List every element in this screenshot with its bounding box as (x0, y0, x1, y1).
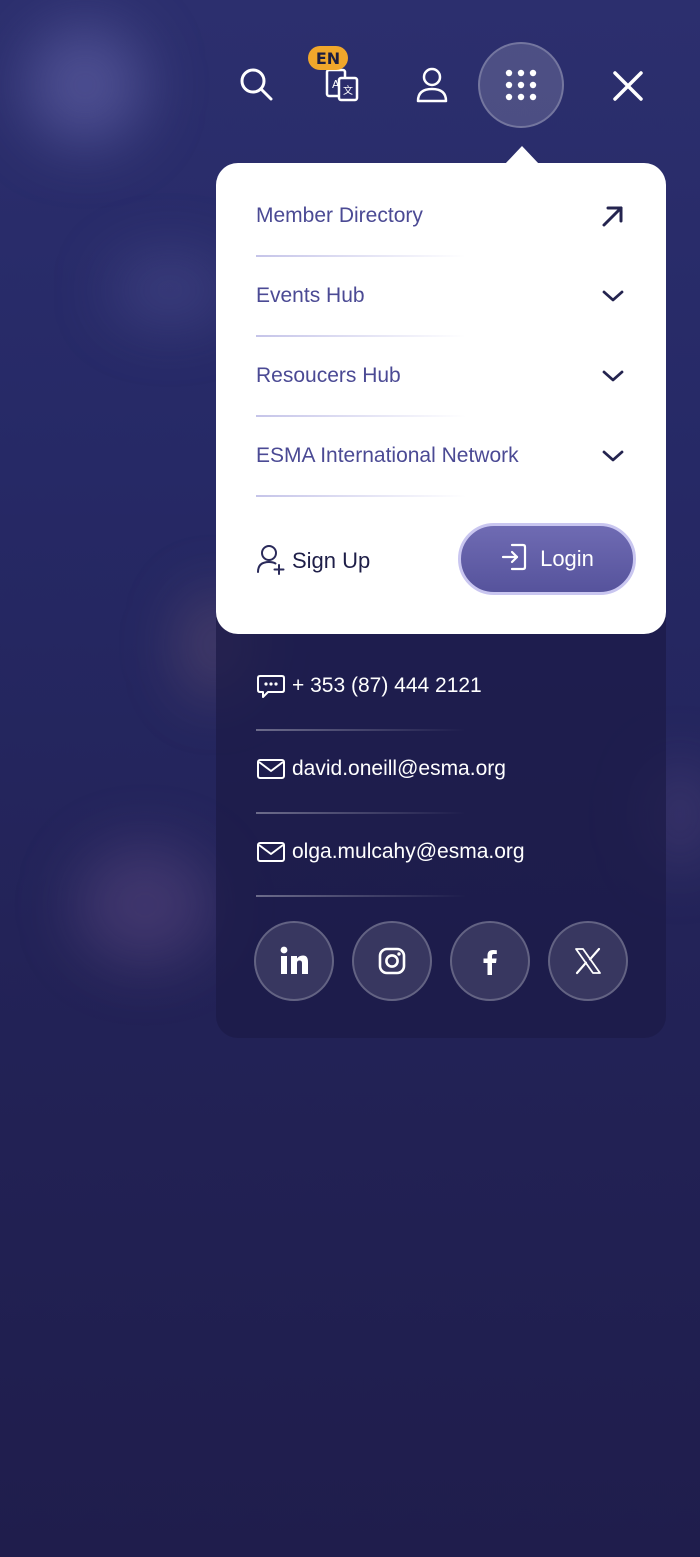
mail-icon (256, 837, 286, 867)
user-icon (416, 67, 448, 103)
instagram-button[interactable] (352, 921, 432, 1001)
close-button[interactable] (604, 62, 652, 110)
close-icon (613, 71, 643, 101)
sign-up-button[interactable]: Sign Up (256, 541, 370, 581)
menu-item-events-hub[interactable]: Events Hub (256, 276, 628, 316)
language-badge: EN (308, 46, 348, 70)
arrow-up-right-icon (598, 201, 628, 231)
menu-item-esma-international-network[interactable]: ESMA International Network (256, 436, 628, 476)
email-link-1[interactable]: david.oneill@esma.org (256, 754, 506, 784)
account-button[interactable] (408, 60, 456, 110)
login-icon (500, 542, 528, 576)
menu-caret (505, 146, 539, 164)
linkedin-button[interactable] (254, 921, 334, 1001)
divider (256, 895, 466, 897)
instagram-icon (378, 947, 406, 975)
sign-up-label: Sign Up (292, 548, 371, 573)
email-link-2[interactable]: olga.mulcahy@esma.org (256, 837, 525, 867)
email-address: david.oneill@esma.org (292, 757, 506, 780)
add-user-icon (256, 543, 286, 579)
linkedin-icon (280, 946, 308, 974)
navigation-menu: Member Directory Events Hub Resoucers Hu… (216, 163, 666, 634)
facebook-button[interactable] (450, 921, 530, 1001)
login-label: Login (540, 546, 594, 571)
chevron-down-icon (598, 281, 628, 311)
chat-icon (256, 671, 286, 701)
translate-icon: A 文 (325, 68, 359, 102)
chevron-down-icon (598, 361, 628, 391)
apps-grid-icon (505, 69, 537, 101)
menu-item-resoucers-hub[interactable]: Resoucers Hub (256, 356, 628, 396)
phone-number: + 353 (87) 444 2121 (292, 674, 482, 697)
menu-item-label: ESMA International Network (256, 444, 519, 467)
svg-text:A: A (332, 78, 340, 91)
menu-item-member-directory[interactable]: Member Directory (256, 196, 628, 236)
x-icon (575, 947, 601, 975)
search-button[interactable] (232, 60, 280, 108)
menu-item-label: Resoucers Hub (256, 364, 401, 387)
facebook-icon (483, 950, 497, 975)
email-address: olga.mulcahy@esma.org (292, 840, 525, 863)
search-icon (240, 68, 273, 101)
divider (256, 415, 466, 417)
divider (256, 812, 466, 814)
login-button[interactable]: Login (458, 523, 636, 595)
mail-icon (256, 754, 286, 784)
chevron-down-icon (598, 441, 628, 471)
phone-link[interactable]: + 353 (87) 444 2121 (256, 671, 482, 701)
apps-menu-button[interactable] (478, 42, 564, 128)
x-button[interactable] (548, 921, 628, 1001)
menu-item-label: Events Hub (256, 284, 365, 307)
divider (256, 495, 466, 497)
divider (256, 335, 466, 337)
svg-text:文: 文 (343, 84, 353, 97)
menu-item-label: Member Directory (256, 204, 423, 227)
divider (256, 255, 466, 257)
divider (256, 729, 466, 731)
